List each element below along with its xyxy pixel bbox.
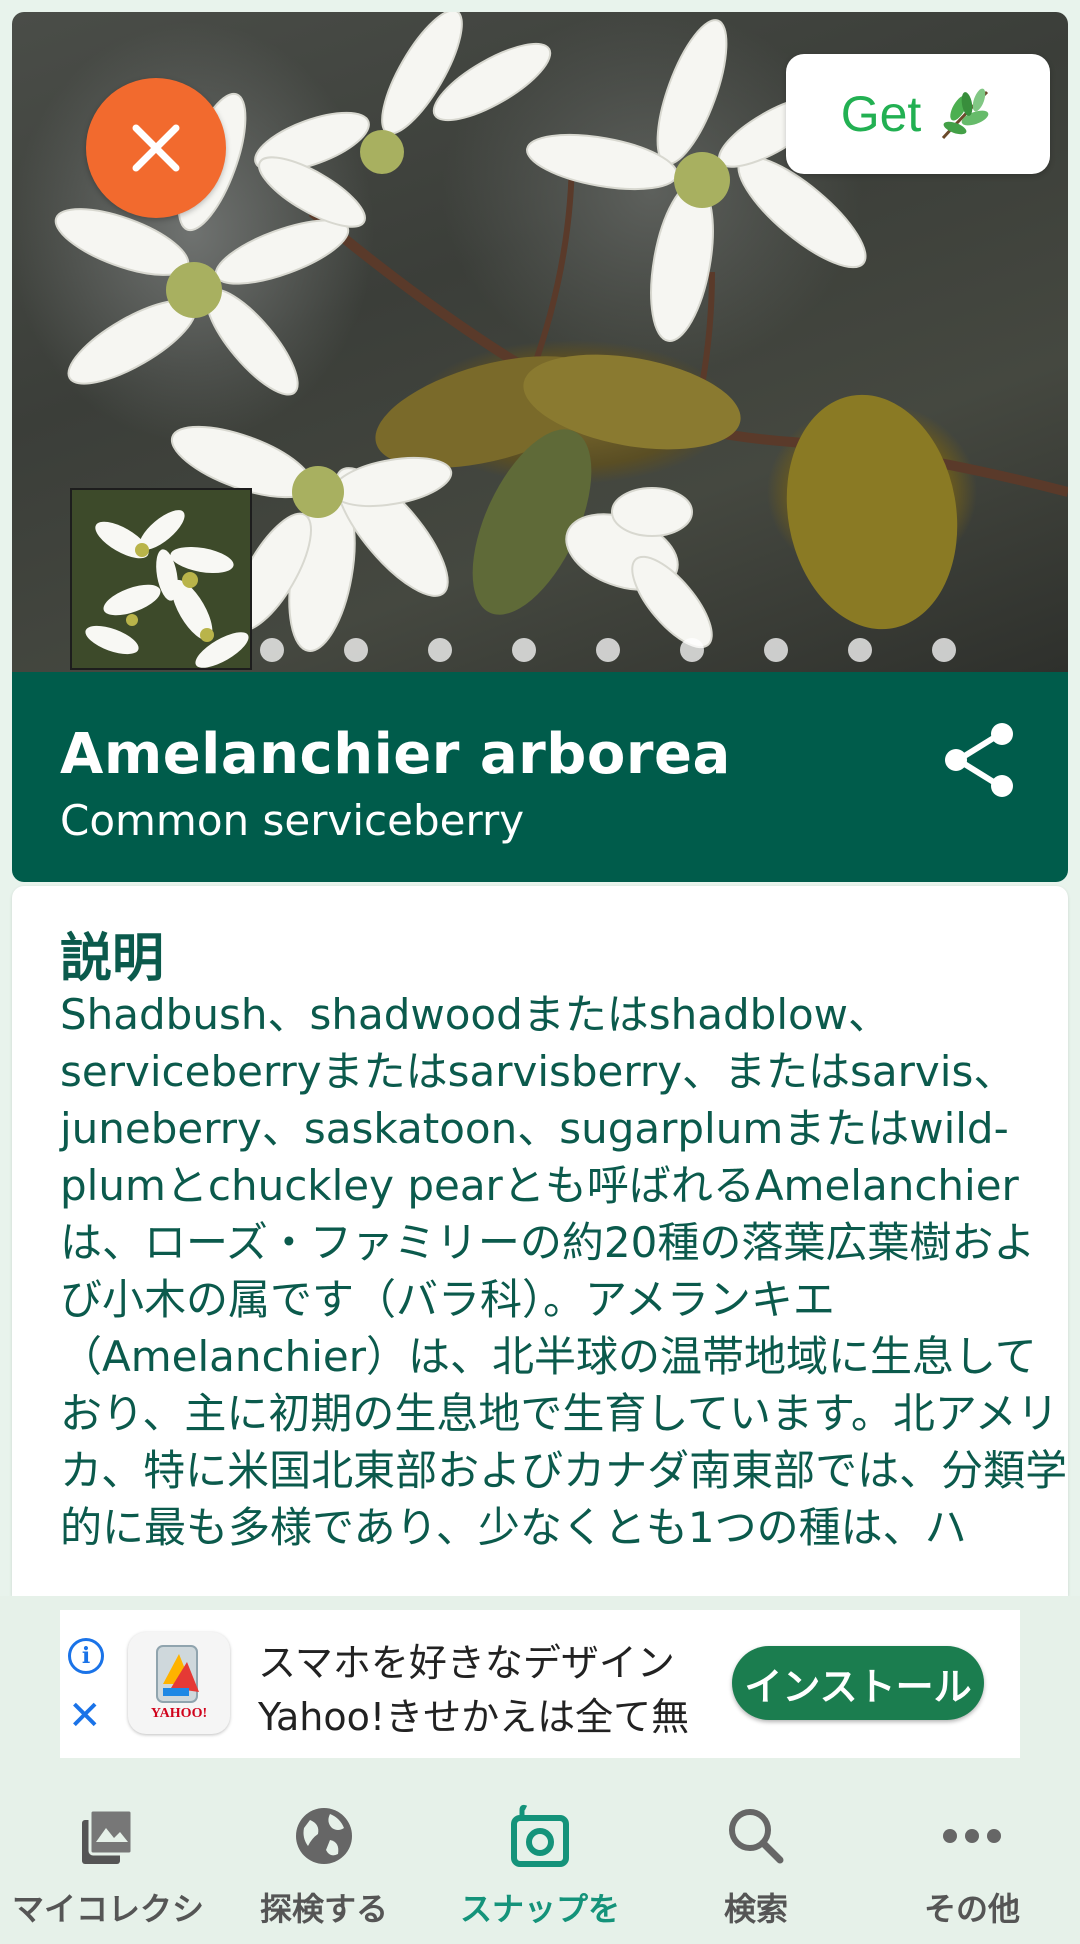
- more-icon: [943, 1829, 1001, 1843]
- page-dot[interactable]: [932, 638, 956, 662]
- close-button[interactable]: [86, 78, 226, 218]
- nav-label: その他: [923, 1890, 1020, 1928]
- scientific-name: Amelanchier arborea: [60, 722, 731, 787]
- page-dot[interactable]: [260, 638, 284, 662]
- description-text: Shadbush、shadwoodまたはshadblow、serviceberr…: [60, 990, 1068, 1552]
- get-label: Get: [840, 86, 922, 142]
- nav-label: スナップを: [459, 1890, 620, 1928]
- page-dot[interactable]: [764, 638, 788, 662]
- search-icon: [729, 1809, 784, 1864]
- ad-banner[interactable]: i ✕ YAHOO! スマホを好きなデザイン Yahoo!きせかえは全て無 イン…: [60, 1610, 1020, 1758]
- leaf-icon: [942, 88, 989, 140]
- collection-icon: [82, 1808, 134, 1864]
- nav-item-explore[interactable]: 探検する: [216, 1776, 432, 1944]
- common-name: Common serviceberry: [60, 796, 525, 845]
- page-dot[interactable]: [848, 638, 872, 662]
- share-icon: [945, 723, 1013, 797]
- camera-icon: [511, 1804, 569, 1867]
- ad-subline: Yahoo!きせかえは全て無: [258, 1695, 690, 1739]
- ad-app-icon[interactable]: YAHOO!: [128, 1632, 230, 1734]
- get-button[interactable]: Get: [786, 54, 1050, 174]
- plant-title-bar: Amelanchier arborea Common serviceberry: [12, 672, 1068, 882]
- ad-icon-label: YAHOO!: [150, 1706, 208, 1721]
- ad-info-icon[interactable]: i: [68, 1638, 104, 1674]
- nav-label: マイコレクシ: [11, 1890, 204, 1928]
- share-button[interactable]: [940, 720, 1020, 800]
- ad-banner-area: i ✕ YAHOO! スマホを好きなデザイン Yahoo!きせかえは全て無 イン…: [0, 1596, 1080, 1776]
- nav-item-my-collection[interactable]: マイコレクシ: [0, 1776, 216, 1944]
- globe-icon: [296, 1808, 352, 1864]
- carousel-page-indicator: [260, 638, 956, 662]
- page-dot[interactable]: [512, 638, 536, 662]
- nav-item-snap[interactable]: スナップを: [432, 1776, 648, 1944]
- nav-label: 探検する: [259, 1890, 388, 1928]
- description-heading: 説明: [60, 929, 165, 989]
- phone-theme-icon: [156, 1645, 199, 1703]
- bottom-navigation: マイコレクシ 探検する スナップを 検索 その他: [0, 1776, 1080, 1944]
- ad-install-button[interactable]: インストール: [732, 1646, 984, 1720]
- description-card[interactable]: 説明 Shadbush、shadwoodまたはshadblow、serviceb…: [12, 886, 1068, 1596]
- thumbnail-image: [72, 490, 250, 668]
- ad-close-icon[interactable]: ✕: [68, 1696, 102, 1736]
- page-dot[interactable]: [344, 638, 368, 662]
- nav-label: 検索: [723, 1890, 788, 1928]
- page-dot[interactable]: [428, 638, 452, 662]
- plant-photo-carousel[interactable]: Get: [12, 12, 1068, 672]
- page-dot[interactable]: [680, 638, 704, 662]
- nav-item-more[interactable]: その他: [864, 1776, 1080, 1944]
- photo-thumbnail[interactable]: [70, 488, 252, 670]
- close-icon: [132, 124, 180, 172]
- page-dot[interactable]: [596, 638, 620, 662]
- ad-headline: スマホを好きなデザイン: [258, 1641, 675, 1685]
- nav-item-search[interactable]: 検索: [648, 1776, 864, 1944]
